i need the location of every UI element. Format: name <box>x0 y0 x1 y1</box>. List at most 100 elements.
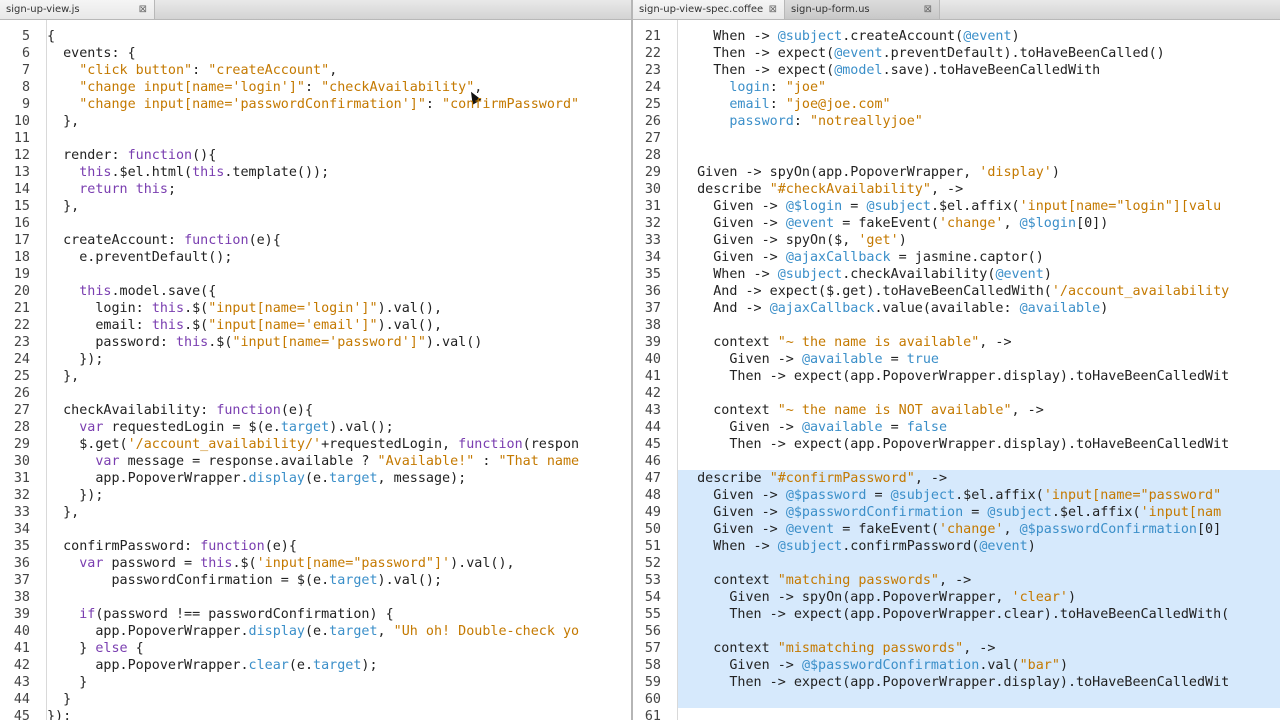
code-line[interactable]: 52 <box>633 555 1280 572</box>
code-line[interactable]: 30 describe "#checkAvailability", -> <box>633 181 1280 198</box>
code-line[interactable]: 31 app.PopoverWrapper.display(e.target, … <box>0 470 631 487</box>
code-line[interactable]: 12 render: function(){ <box>0 147 631 164</box>
code-line[interactable]: 59 Then -> expect(app.PopoverWrapper.dis… <box>633 674 1280 691</box>
line-number: 55 <box>644 607 661 622</box>
code-line[interactable]: 24 login: "joe" <box>633 79 1280 96</box>
code-line[interactable]: 28 var requestedLogin = $(e.target).val(… <box>0 419 631 436</box>
code-line[interactable]: 39 context "~ the name is available", -> <box>633 334 1280 351</box>
code-line[interactable]: 43 } <box>0 674 631 691</box>
code-line[interactable]: 17 createAccount: function(e){ <box>0 232 631 249</box>
code-line[interactable]: 9 "change input[name='passwordConfirmati… <box>0 96 631 113</box>
code-line[interactable]: 44 Given -> @available = false <box>633 419 1280 436</box>
code-line[interactable]: 16 <box>0 215 631 232</box>
code-line[interactable]: 29 Given -> spyOn(app.PopoverWrapper, 'd… <box>633 164 1280 181</box>
code-line[interactable]: 21 When -> @subject.createAccount(@event… <box>633 28 1280 45</box>
line-number: 36 <box>644 284 661 299</box>
code-line[interactable]: 38 <box>0 589 631 606</box>
code-line[interactable]: 7 "click button": "createAccount", <box>0 62 631 79</box>
code-line[interactable]: 41 Then -> expect(app.PopoverWrapper.dis… <box>633 368 1280 385</box>
code-line[interactable]: 13 this.$el.html(this.template()); <box>0 164 631 181</box>
line-number: 41 <box>644 369 661 384</box>
code-line[interactable]: 27 <box>633 130 1280 147</box>
line-code: } <box>47 692 72 707</box>
code-lines[interactable]: 21 When -> @subject.createAccount(@event… <box>633 28 1280 720</box>
code-line[interactable]: 21 login: this.$("input[name='login']").… <box>0 300 631 317</box>
line-code: Given -> @event = fakeEvent('change', @$… <box>681 522 1222 537</box>
code-line[interactable]: 43 context "~ the name is NOT available"… <box>633 402 1280 419</box>
code-line[interactable]: 42 <box>633 385 1280 402</box>
code-line[interactable]: 49 Given -> @$passwordConfirmation = @su… <box>633 504 1280 521</box>
right-editor-pane[interactable]: 21 When -> @subject.createAccount(@event… <box>633 20 1280 720</box>
code-line[interactable]: 22 email: this.$("input[name='email']").… <box>0 317 631 334</box>
code-line[interactable]: 33 Given -> spyOn($, 'get') <box>633 232 1280 249</box>
code-line[interactable]: 30 var message = response.available ? "A… <box>0 453 631 470</box>
code-line[interactable]: 20 this.model.save({ <box>0 283 631 300</box>
code-line[interactable]: 5{ <box>0 28 631 45</box>
code-line[interactable]: 46 <box>633 453 1280 470</box>
close-tab-icon[interactable]: ⊠ <box>139 0 147 19</box>
code-line[interactable]: 34 Given -> @ajaxCallback = jasmine.capt… <box>633 249 1280 266</box>
code-line[interactable]: 57 context "mismatching passwords", -> <box>633 640 1280 657</box>
code-line[interactable]: 61 <box>633 708 1280 720</box>
code-line[interactable]: 19 <box>0 266 631 283</box>
code-line[interactable]: 27 checkAvailability: function(e){ <box>0 402 631 419</box>
line-number: 16 <box>13 216 30 231</box>
code-line[interactable]: 54 Given -> spyOn(app.PopoverWrapper, 'c… <box>633 589 1280 606</box>
code-line[interactable]: 42 app.PopoverWrapper.clear(e.target); <box>0 657 631 674</box>
code-line[interactable]: 6 events: { <box>0 45 631 62</box>
code-line[interactable]: 25 email: "joe@joe.com" <box>633 96 1280 113</box>
code-line[interactable]: 47 describe "#confirmPassword", -> <box>633 470 1280 487</box>
code-line[interactable]: 45}); <box>0 708 631 720</box>
left-editor-pane[interactable]: 5{6 events: {7 "click button": "createAc… <box>0 20 631 720</box>
code-line[interactable]: 35 When -> @subject.checkAvailability(@e… <box>633 266 1280 283</box>
code-line[interactable]: 51 When -> @subject.confirmPassword(@eve… <box>633 538 1280 555</box>
code-line[interactable]: 31 Given -> @$login = @subject.$el.affix… <box>633 198 1280 215</box>
code-line[interactable]: 36 var password = this.$('input[name="pa… <box>0 555 631 572</box>
code-line[interactable]: 26 <box>0 385 631 402</box>
code-line[interactable]: 24 }); <box>0 351 631 368</box>
code-line[interactable]: 36 And -> expect($.get).toHaveBeenCalled… <box>633 283 1280 300</box>
code-line[interactable]: 25 }, <box>0 368 631 385</box>
code-line[interactable]: 58 Given -> @$passwordConfirmation.val("… <box>633 657 1280 674</box>
code-line[interactable]: 38 <box>633 317 1280 334</box>
code-line[interactable]: 15 }, <box>0 198 631 215</box>
code-line[interactable]: 37 And -> @ajaxCallback.value(available:… <box>633 300 1280 317</box>
code-lines[interactable]: 5{6 events: {7 "click button": "createAc… <box>0 28 631 720</box>
code-line[interactable]: 56 <box>633 623 1280 640</box>
code-line[interactable]: 37 passwordConfirmation = $(e.target).va… <box>0 572 631 589</box>
code-line[interactable]: 34 <box>0 521 631 538</box>
code-line[interactable]: 39 if(password !== passwordConfirmation)… <box>0 606 631 623</box>
code-line[interactable]: 32 Given -> @event = fakeEvent('change',… <box>633 215 1280 232</box>
code-line[interactable]: 8 "change input[name='login']": "checkAv… <box>0 79 631 96</box>
code-line[interactable]: 60 <box>633 691 1280 708</box>
tab-label: sign-up-form.us <box>791 4 870 15</box>
code-line[interactable]: 41 } else { <box>0 640 631 657</box>
code-line[interactable]: 26 password: "notreallyjoe" <box>633 113 1280 130</box>
code-line[interactable]: 35 confirmPassword: function(e){ <box>0 538 631 555</box>
code-line[interactable]: 40 app.PopoverWrapper.display(e.target, … <box>0 623 631 640</box>
line-number: 52 <box>644 556 661 571</box>
code-line[interactable]: 28 <box>633 147 1280 164</box>
code-line[interactable]: 23 password: this.$("input[name='passwor… <box>0 334 631 351</box>
code-line[interactable]: 18 e.preventDefault(); <box>0 249 631 266</box>
code-line[interactable]: 32 }); <box>0 487 631 504</box>
tab-sign-up-view-js[interactable]: sign-up-view.js ⊠ <box>0 0 155 19</box>
code-line[interactable]: 33 }, <box>0 504 631 521</box>
code-line[interactable]: 48 Given -> @$password = @subject.$el.af… <box>633 487 1280 504</box>
code-line[interactable]: 11 <box>0 130 631 147</box>
code-line[interactable]: 53 context "matching passwords", -> <box>633 572 1280 589</box>
tab-sign-up-form-us[interactable]: sign-up-form.us ⊠ <box>785 0 940 19</box>
code-line[interactable]: 23 Then -> expect(@model.save).toHaveBee… <box>633 62 1280 79</box>
code-line[interactable]: 44 } <box>0 691 631 708</box>
code-line[interactable]: 45 Then -> expect(app.PopoverWrapper.dis… <box>633 436 1280 453</box>
code-line[interactable]: 29 $.get('/account_availability/'+reques… <box>0 436 631 453</box>
code-line[interactable]: 55 Then -> expect(app.PopoverWrapper.cle… <box>633 606 1280 623</box>
code-line[interactable]: 40 Given -> @available = true <box>633 351 1280 368</box>
code-line[interactable]: 10 }, <box>0 113 631 130</box>
tab-sign-up-view-spec-coffee[interactable]: sign-up-view-spec.coffee ⊠ <box>633 0 785 19</box>
code-line[interactable]: 22 Then -> expect(@event.preventDefault)… <box>633 45 1280 62</box>
code-line[interactable]: 14 return this; <box>0 181 631 198</box>
close-tab-icon[interactable]: ⊠ <box>924 0 932 19</box>
close-tab-icon[interactable]: ⊠ <box>769 0 777 19</box>
code-line[interactable]: 50 Given -> @event = fakeEvent('change',… <box>633 521 1280 538</box>
